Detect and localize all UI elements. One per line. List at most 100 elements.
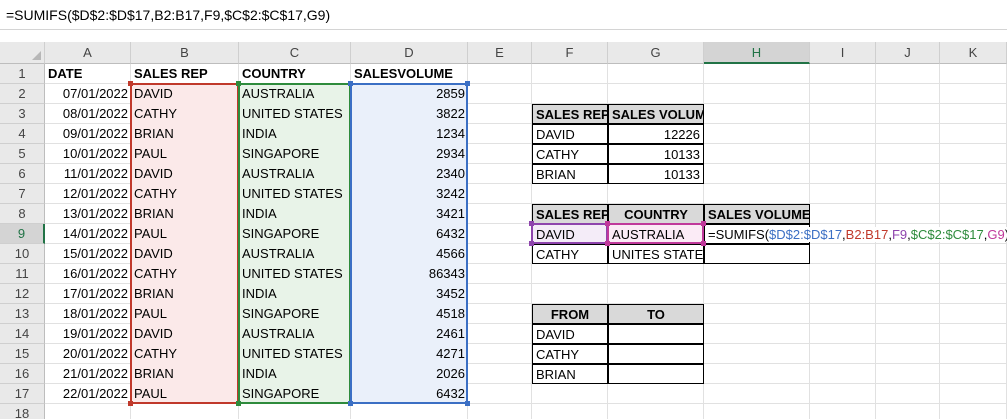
formula-text[interactable]: =SUMIFS($D$2:$D$17,B2:B17,F9,$C$2:$C$17,… bbox=[6, 7, 330, 23]
sales-rep-cell[interactable]: DAVID bbox=[131, 84, 239, 104]
sales-rep-cell[interactable]: BRIAN bbox=[131, 204, 239, 224]
spreadsheet-grid[interactable]: ABCDEFGHIJK 1 2 3 4 5 6 7 8 9 10 11 12 13 14 15 16 17 18 … bbox=[0, 40, 1007, 419]
column-header-d[interactable]: D bbox=[351, 42, 468, 64]
row-header-7[interactable]: 7 bbox=[0, 184, 45, 204]
sales-volume-cell[interactable]: 4271 bbox=[351, 344, 468, 364]
sales-rep-cell[interactable]: PAUL bbox=[131, 304, 239, 324]
sales-rep-cell[interactable]: PAUL bbox=[131, 144, 239, 164]
sales-rep-cell[interactable]: DAVID bbox=[131, 324, 239, 344]
sales-rep-cell[interactable]: BRIAN bbox=[131, 284, 239, 304]
range-resize-handle[interactable] bbox=[236, 81, 241, 86]
row-header-4[interactable]: 4 bbox=[0, 124, 45, 144]
row-header-16[interactable]: 16 bbox=[0, 364, 45, 384]
country-cell[interactable]: INDIA bbox=[239, 284, 351, 304]
country-cell[interactable]: SINGAPORE bbox=[239, 304, 351, 324]
row-header-15[interactable]: 15 bbox=[0, 344, 45, 364]
sales-volume-cell[interactable]: 1234 bbox=[351, 124, 468, 144]
country-cell[interactable]: UNITED STATES bbox=[239, 264, 351, 284]
sales-rep-cell[interactable]: PAUL bbox=[131, 384, 239, 404]
row-header-17[interactable]: 17 bbox=[0, 384, 45, 404]
summary1-rep-cell[interactable]: CATHY bbox=[532, 144, 608, 164]
row-header-5[interactable]: 5 bbox=[0, 144, 45, 164]
sales-volume-cell[interactable]: 2934 bbox=[351, 144, 468, 164]
sales-volume-cell[interactable]: 6432 bbox=[351, 384, 468, 404]
column-header-k[interactable]: K bbox=[940, 42, 1007, 64]
date-cell[interactable]: 16/01/2022 bbox=[45, 264, 131, 284]
row-header-14[interactable]: 14 bbox=[0, 324, 45, 344]
date-cell[interactable]: 17/01/2022 bbox=[45, 284, 131, 304]
sales-rep-cell[interactable]: BRIAN bbox=[131, 124, 239, 144]
summary1-volume-cell[interactable]: 12226 bbox=[608, 124, 704, 144]
country-cell[interactable]: SINGAPORE bbox=[239, 224, 351, 244]
summary2-header-rep[interactable]: SALES REP bbox=[532, 204, 608, 224]
sales-volume-cell[interactable]: 6432 bbox=[351, 224, 468, 244]
country-cell[interactable]: UNITED STATES bbox=[239, 344, 351, 364]
date-cell[interactable]: 20/01/2022 bbox=[45, 344, 131, 364]
column-header-g[interactable]: G bbox=[608, 42, 704, 64]
row-header-8[interactable]: 8 bbox=[0, 204, 45, 224]
country-cell[interactable]: SINGAPORE bbox=[239, 144, 351, 164]
country-cell[interactable]: INDIA bbox=[239, 364, 351, 384]
column-header-h[interactable]: H bbox=[704, 42, 810, 64]
range-resize-handle[interactable] bbox=[348, 401, 353, 406]
date-cell[interactable]: 12/01/2022 bbox=[45, 184, 131, 204]
date-cell[interactable]: 14/01/2022 bbox=[45, 224, 131, 244]
date-cell[interactable]: 22/01/2022 bbox=[45, 384, 131, 404]
summary1-rep-cell[interactable]: BRIAN bbox=[532, 164, 608, 184]
header-date[interactable]: DATE bbox=[45, 64, 131, 84]
summary2-header-country[interactable]: COUNTRY bbox=[608, 204, 704, 224]
range-resize-handle[interactable] bbox=[465, 401, 470, 406]
sales-volume-cell[interactable]: 3452 bbox=[351, 284, 468, 304]
sales-rep-cell[interactable]: DAVID bbox=[131, 164, 239, 184]
summary1-volume-cell[interactable]: 10133 bbox=[608, 144, 704, 164]
sales-volume-cell[interactable]: 4518 bbox=[351, 304, 468, 324]
sales-volume-cell[interactable]: 4566 bbox=[351, 244, 468, 264]
date-cell[interactable]: 15/01/2022 bbox=[45, 244, 131, 264]
date-cell[interactable]: 08/01/2022 bbox=[45, 104, 131, 124]
range-resize-handle[interactable] bbox=[605, 221, 610, 226]
sales-rep-cell[interactable]: CATHY bbox=[131, 104, 239, 124]
active-cell-formula-editor[interactable]: =SUMIFS($D$2:$D$17,B2:B17,F9,$C$2:$C$17,… bbox=[704, 224, 1007, 244]
column-header-a[interactable]: A bbox=[45, 42, 131, 64]
date-cell[interactable]: 09/01/2022 bbox=[45, 124, 131, 144]
summary2-rep-cell[interactable]: DAVID bbox=[532, 224, 608, 244]
row-header-13[interactable]: 13 bbox=[0, 304, 45, 324]
country-cell[interactable]: AUSTRALIA bbox=[239, 84, 351, 104]
date-cell[interactable]: 10/01/2022 bbox=[45, 144, 131, 164]
range-resize-handle[interactable] bbox=[128, 81, 133, 86]
country-cell[interactable]: SINGAPORE bbox=[239, 384, 351, 404]
sales-rep-cell[interactable]: PAUL bbox=[131, 224, 239, 244]
sales-volume-cell[interactable]: 3242 bbox=[351, 184, 468, 204]
summary2-rep-cell[interactable]: CATHY bbox=[532, 244, 608, 264]
date-cell[interactable]: 07/01/2022 bbox=[45, 84, 131, 104]
range-resize-handle[interactable] bbox=[701, 221, 706, 226]
row-header-10[interactable]: 10 bbox=[0, 244, 45, 264]
summary1-header-volume[interactable]: SALES VOLUME bbox=[608, 104, 704, 124]
range-resize-handle[interactable] bbox=[529, 221, 534, 226]
summary1-volume-cell[interactable]: 10133 bbox=[608, 164, 704, 184]
country-cell[interactable]: INDIA bbox=[239, 124, 351, 144]
date-cell[interactable]: 21/01/2022 bbox=[45, 364, 131, 384]
range-resize-handle[interactable] bbox=[348, 81, 353, 86]
select-all-corner[interactable] bbox=[0, 42, 45, 64]
sales-rep-cell[interactable]: CATHY bbox=[131, 264, 239, 284]
formula-bar[interactable]: =SUMIFS($D$2:$D$17,B2:B17,F9,$C$2:$C$17,… bbox=[0, 0, 1007, 30]
summary3-to-cell[interactable] bbox=[608, 344, 704, 364]
range-resize-handle[interactable] bbox=[465, 81, 470, 86]
country-cell[interactable]: AUSTRALIA bbox=[239, 164, 351, 184]
sales-volume-cell[interactable]: 3822 bbox=[351, 104, 468, 124]
sales-rep-cell[interactable]: DAVID bbox=[131, 244, 239, 264]
summary3-from-cell[interactable]: DAVID bbox=[532, 324, 608, 344]
date-cell[interactable]: 18/01/2022 bbox=[45, 304, 131, 324]
row-header-1[interactable]: 1 bbox=[0, 64, 45, 84]
summary1-rep-cell[interactable]: DAVID bbox=[532, 124, 608, 144]
row-header-11[interactable]: 11 bbox=[0, 264, 45, 284]
header-sales-volume[interactable]: SALESVOLUME bbox=[351, 64, 468, 84]
row-header-9[interactable]: 9 bbox=[0, 224, 45, 244]
header-sales-rep[interactable]: SALES REP bbox=[131, 64, 239, 84]
date-cell[interactable]: 13/01/2022 bbox=[45, 204, 131, 224]
sales-rep-cell[interactable]: CATHY bbox=[131, 344, 239, 364]
date-cell[interactable]: 11/01/2022 bbox=[45, 164, 131, 184]
country-cell[interactable]: AUSTRALIA bbox=[239, 244, 351, 264]
formula-editor-text[interactable]: =SUMIFS($D$2:$D$17,B2:B17,F9,$C$2:$C$17,… bbox=[708, 227, 1007, 242]
